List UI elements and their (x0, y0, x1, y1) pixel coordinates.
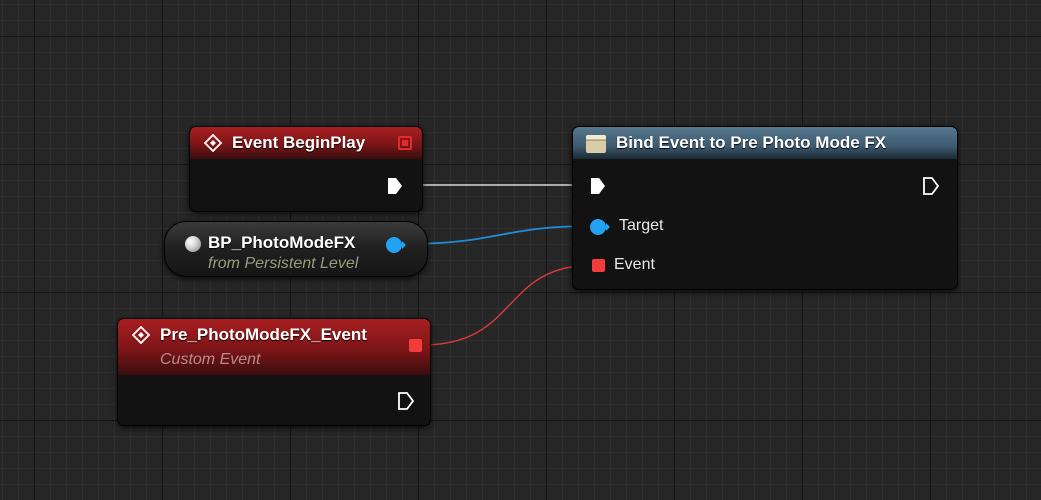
target-pin-label: Target (619, 217, 664, 234)
event-beginplay-node[interactable]: Event BeginPlay (189, 126, 423, 212)
event-diamond-icon (204, 134, 222, 152)
exec-output-pin[interactable] (922, 176, 940, 196)
event-input-pin[interactable] (592, 259, 605, 272)
sphere-icon (185, 236, 201, 252)
node-header[interactable]: Pre_PhotoModeFX_Event Custom Event (118, 319, 430, 375)
target-wire[interactable] (402, 225, 595, 245)
target-input-pin[interactable] (589, 218, 611, 236)
exec-output-pin[interactable] (386, 176, 404, 196)
node-subtitle: from Persistent Level (208, 255, 359, 272)
bp-photomodefx-reference-node[interactable]: BP_PhotoModeFX from Persistent Level (164, 221, 428, 277)
event-delegate-wire[interactable] (421, 264, 595, 346)
node-header[interactable]: Bind Event to Pre Photo Mode FX (573, 127, 957, 159)
node-title: Event BeginPlay (232, 133, 366, 152)
node-title: BP_PhotoModeFX (208, 233, 356, 252)
object-output-pin[interactable] (385, 236, 407, 254)
event-diamond-icon (132, 326, 150, 344)
bind-event-node[interactable]: Bind Event to Pre Photo Mode FX Target E… (572, 126, 958, 290)
custom-event-node[interactable]: Pre_PhotoModeFX_Event Custom Event (117, 318, 431, 426)
exec-input-pin[interactable] (589, 176, 607, 196)
delegate-output-pin[interactable] (409, 339, 422, 352)
function-icon (586, 135, 606, 153)
event-pin-label: Event (614, 256, 655, 273)
delegate-output-pin[interactable] (398, 136, 412, 150)
exec-output-pin[interactable] (397, 391, 415, 411)
node-title: Pre_PhotoModeFX_Event (160, 325, 367, 344)
node-subtitle: Custom Event (160, 351, 261, 368)
node-title: Bind Event to Pre Photo Mode FX (616, 133, 887, 152)
node-header[interactable]: Event BeginPlay (190, 127, 422, 159)
